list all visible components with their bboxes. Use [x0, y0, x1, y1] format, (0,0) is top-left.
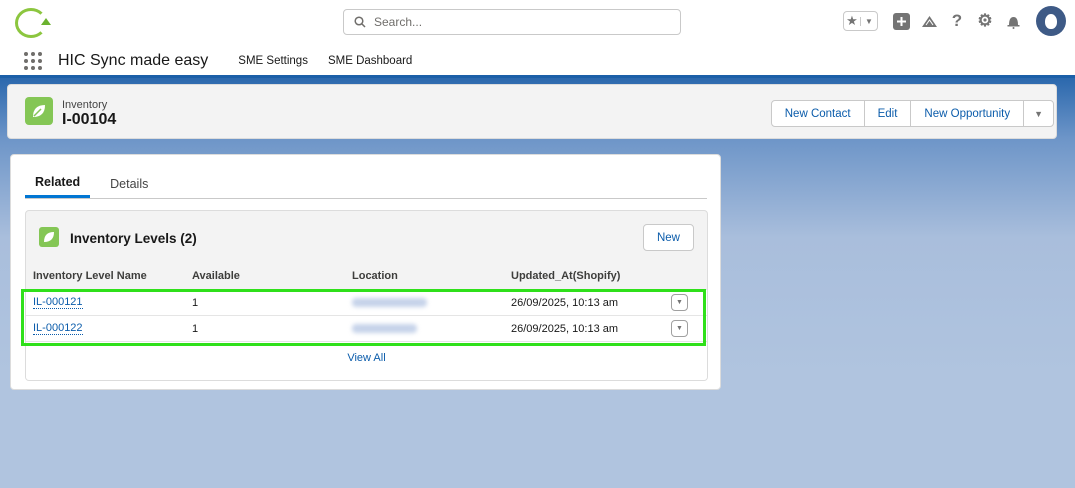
tab-bar: Related Details [25, 169, 707, 199]
add-icon[interactable] [892, 12, 910, 30]
action-button-group: New Contact Edit New Opportunity ▼ [770, 100, 1054, 127]
record-highlights: Inventory I-00104 New Contact Edit New O… [7, 84, 1057, 139]
new-contact-button[interactable]: New Contact [772, 101, 865, 126]
search-input[interactable]: Search... [343, 9, 681, 35]
chevron-down-icon: ▼ [860, 16, 877, 26]
gear-icon[interactable]: ⚙ [976, 11, 994, 30]
search-placeholder: Search... [374, 15, 423, 29]
app-nav-bar: HIC Sync made easy SME Settings SME Dash… [0, 46, 1075, 78]
nav-item-sme-settings[interactable]: SME Settings [238, 55, 308, 67]
more-actions-dropdown[interactable]: ▼ [1024, 101, 1053, 126]
user-avatar[interactable] [1036, 6, 1066, 36]
leaf-icon [39, 227, 59, 247]
app-name: HIC Sync made easy [58, 51, 209, 69]
view-all-link[interactable]: View All [347, 352, 385, 364]
edit-button[interactable]: Edit [865, 101, 912, 126]
record-detail-card: Related Details Inventory Levels (2) New… [10, 154, 721, 390]
search-icon [354, 16, 366, 28]
help-icon[interactable]: ? [948, 11, 966, 30]
global-header: Search... ★ ▼ ? ⚙ [0, 0, 1075, 46]
trailhead-icon[interactable] [920, 12, 938, 30]
bell-icon[interactable] [1004, 12, 1022, 30]
table-header: Inventory Level Name Available Location … [26, 263, 707, 289]
object-type: Inventory [62, 99, 108, 111]
tab-related[interactable]: Related [25, 169, 91, 198]
record-title: I-00104 [62, 111, 117, 128]
nav-item-sme-dashboard[interactable]: SME Dashboard [328, 55, 412, 67]
column-header[interactable]: Inventory Level Name [33, 270, 147, 282]
column-header[interactable]: Location [352, 270, 398, 282]
tab-details[interactable]: Details [100, 169, 158, 198]
new-opportunity-button[interactable]: New Opportunity [911, 101, 1025, 126]
leaf-icon [25, 97, 53, 125]
column-header[interactable]: Updated_At(Shopify) [511, 270, 620, 282]
column-header[interactable]: Available [192, 270, 240, 282]
app-logo[interactable] [15, 8, 51, 38]
app-launcher-icon[interactable] [24, 51, 44, 70]
favorites-button[interactable]: ★ ▼ [843, 11, 878, 31]
related-list-title[interactable]: Inventory Levels (2) [70, 231, 197, 246]
new-button[interactable]: New [642, 224, 694, 251]
star-icon: ★ [846, 13, 858, 28]
highlight-box [21, 289, 706, 346]
